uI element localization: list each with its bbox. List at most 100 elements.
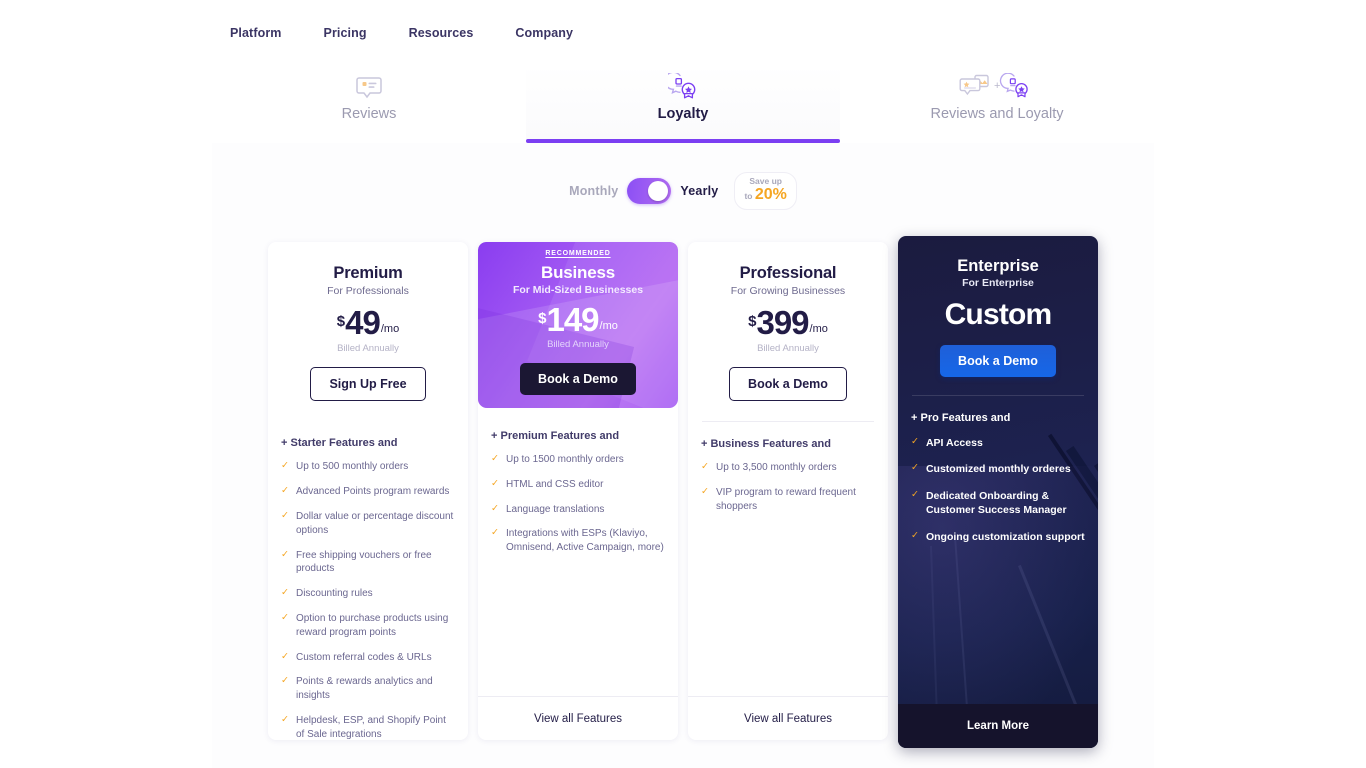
nav-item-company[interactable]: Company xyxy=(515,20,591,46)
billing-monthly-label[interactable]: Monthly xyxy=(569,184,618,198)
plan-header-enterprise: Enterprise For Enterprise Custom Book a … xyxy=(898,236,1098,377)
feature-text: Ongoing customization support xyxy=(925,530,1085,543)
feature-text: Helpdesk, ESP, and Shopify Point of Sale… xyxy=(295,714,446,740)
plan-subtitle: For Growing Businesses xyxy=(730,285,846,297)
feature-item: ✓ HTML and CSS editor xyxy=(491,478,665,492)
feature-item: ✓ Language translations xyxy=(491,503,665,517)
pricing-cards: Premium For Professionals $ 49 /mo Bille… xyxy=(212,236,1154,748)
check-icon: ✓ xyxy=(491,453,499,464)
feature-text: Language translations xyxy=(505,503,605,515)
check-icon: ✓ xyxy=(281,611,289,623)
save-badge-line1: Save up xyxy=(749,175,782,186)
tab-reviews-and-loyalty[interactable]: + Reviews and Loyalty xyxy=(840,65,1154,143)
plan-footer-enterprise[interactable]: Learn More xyxy=(898,704,1098,748)
check-icon: ✓ xyxy=(911,436,919,447)
feature-item: ✓ Free shipping vouchers or free products xyxy=(281,549,455,577)
feature-item: ✓ Dedicated Onboarding & Customer Success… xyxy=(911,489,1085,518)
billing-yearly-label[interactable]: Yearly xyxy=(680,184,718,198)
plan-price: $ 399 /mo xyxy=(702,306,874,339)
svg-text:+: + xyxy=(994,80,1000,92)
feature-text: Discounting rules xyxy=(295,588,373,600)
check-icon: ✓ xyxy=(701,486,709,498)
feature-item: ✓ VIP program to reward frequent shoppers xyxy=(701,486,875,514)
check-icon: ✓ xyxy=(491,527,499,539)
save-badge-percent: 20% xyxy=(754,186,787,204)
check-icon: ✓ xyxy=(911,488,919,500)
check-icon: ✓ xyxy=(281,509,289,521)
footer-link-label: Learn More xyxy=(967,720,1029,732)
plan-features-enterprise: + Pro Features and ✓ API Access ✓ Customiz… xyxy=(898,396,1098,704)
plan-card-professional: Professional For Growing Businesses $ 39… xyxy=(688,242,888,740)
plan-cta-premium[interactable]: Sign Up Free xyxy=(310,367,426,402)
feature-text: Dollar value or percentage discount opti… xyxy=(295,510,454,536)
tab-reviews[interactable]: Reviews xyxy=(212,65,526,143)
tab-underline xyxy=(212,139,526,143)
plan-footer-professional[interactable]: View all Features xyxy=(688,696,888,740)
plan-subtitle: For Enterprise xyxy=(962,277,1034,289)
save-badge: Save up to 20% xyxy=(734,171,797,211)
feature-text: API Access xyxy=(925,437,983,449)
plan-header-business: RECOMMENDED Business For Mid-Sized Busin… xyxy=(478,242,678,408)
feature-item: ✓ Helpdesk, ESP, and Shopify Point of Sal… xyxy=(281,714,455,740)
features-heading: + Premium Features and xyxy=(491,430,620,442)
pricing-page: Platform Pricing Resources Company Revie… xyxy=(0,0,1366,768)
billing-period-switch[interactable] xyxy=(627,178,672,204)
loyalty-badge-icon xyxy=(668,70,698,104)
plan-card-enterprise: Enterprise For Enterprise Custom Book a … xyxy=(898,236,1098,748)
feature-text: Option to purchase products using reward… xyxy=(295,612,449,638)
plan-billed-note: Billed Annually xyxy=(547,339,609,351)
recommended-ribbon: RECOMMENDED xyxy=(545,250,611,257)
price-currency: $ xyxy=(748,313,757,330)
save-badge-line2: to xyxy=(744,191,755,202)
tab-label-reviews-and-loyalty: Reviews and Loyalty xyxy=(930,106,1064,122)
plan-cta-enterprise[interactable]: Book a Demo xyxy=(940,345,1056,377)
feature-text: Up to 3,500 monthly orders xyxy=(715,462,837,474)
features-heading: + Starter Features and xyxy=(281,437,398,450)
price-currency: $ xyxy=(538,310,547,327)
feature-text: Up to 1500 monthly orders xyxy=(505,454,624,465)
feature-item: ✓ Ongoing customization support xyxy=(911,530,1085,544)
nav-item-resources[interactable]: Resources xyxy=(409,20,492,46)
plan-card-business: RECOMMENDED Business For Mid-Sized Busin… xyxy=(478,242,678,740)
reviews-plus-loyalty-icon: + xyxy=(958,70,1036,104)
feature-text: Integrations with ESPs (Klaviyo, Omnisen… xyxy=(505,528,664,554)
plan-name: Enterprise xyxy=(957,257,1039,275)
feature-text: Free shipping vouchers or free products xyxy=(295,549,432,575)
tab-underline xyxy=(840,139,1154,143)
billing-toggle-row: Monthly Yearly Save up to 20% xyxy=(212,143,1154,239)
feature-text: Up to 500 monthly orders xyxy=(295,461,409,473)
plan-cta-professional[interactable]: Book a Demo xyxy=(729,367,847,402)
check-icon: ✓ xyxy=(911,529,919,541)
feature-item: ✓ Option to purchase products using rewar… xyxy=(281,612,455,640)
price-period: /mo xyxy=(809,323,828,336)
plan-features-business: + Premium Features and ✓ Up to 1500 month… xyxy=(478,408,678,696)
feature-item: ✓ Up to 1500 monthly orders xyxy=(491,453,665,467)
price-amount: 149 xyxy=(546,301,599,338)
plan-subtitle: For Mid-Sized Businesses xyxy=(512,284,644,296)
footer-link-label: View all Features xyxy=(744,712,832,725)
plan-price: $ 49 /mo xyxy=(282,306,454,339)
plan-subtitle: For Professionals xyxy=(327,285,409,297)
check-icon: ✓ xyxy=(281,713,289,725)
plan-billed-note: Billed Annually xyxy=(337,343,399,355)
nav-item-pricing[interactable]: Pricing xyxy=(324,20,385,46)
check-icon: ✓ xyxy=(281,650,289,662)
feature-item: ✓ Integrations with ESPs (Klaviyo, Omnise… xyxy=(491,527,665,555)
features-heading: + Business Features and xyxy=(701,438,831,451)
plan-name: Premium xyxy=(333,264,403,282)
feature-item: ✓ Discounting rules xyxy=(281,587,455,601)
plan-features-premium: + Starter Features and ✓ Up to 500 monthl… xyxy=(268,421,468,740)
plan-cta-business[interactable]: Book a Demo xyxy=(520,363,636,396)
plan-footer-business[interactable]: View all Features xyxy=(478,696,678,740)
nav-item-platform[interactable]: Platform xyxy=(230,20,300,46)
feature-item: ✓ Up to 3,500 monthly orders xyxy=(701,461,875,475)
price-period: /mo xyxy=(380,323,400,336)
pricing-shell: Reviews Loyalty + Reviews and Loyalty Mo… xyxy=(212,65,1154,768)
feature-item: ✓ API Access xyxy=(911,436,1085,450)
tab-label-reviews: Reviews xyxy=(341,106,397,122)
plan-card-premium: Premium For Professionals $ 49 /mo Bille… xyxy=(268,242,468,740)
plan-name: Business xyxy=(541,263,615,282)
feature-item: ✓ Advanced Points program rewards xyxy=(281,485,455,499)
check-icon: ✓ xyxy=(491,477,499,489)
tab-loyalty[interactable]: Loyalty xyxy=(526,65,840,143)
